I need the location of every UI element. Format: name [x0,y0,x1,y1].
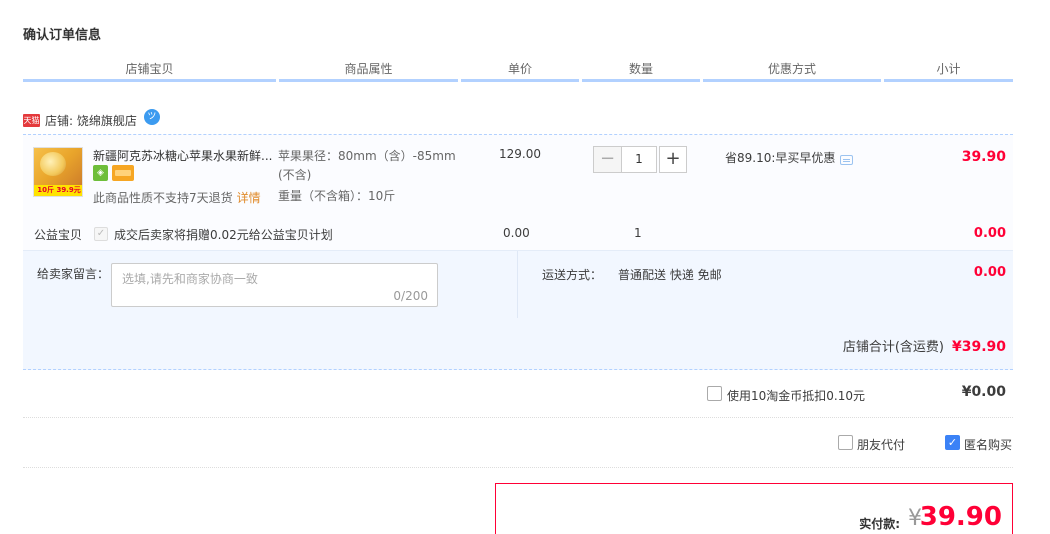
quantity-stepper: − 1 + [593,146,687,173]
friend-pay-checkbox[interactable] [838,435,853,450]
return-detail-link[interactable]: 详情 [237,191,261,205]
attr-weight: 重量（不含箱）：10斤 [278,189,396,203]
coin-row: 使用10淘金币抵扣0.10元 ¥0.00 [23,370,1013,418]
payment-label: 实付款: [859,517,900,531]
shop-row: 天猫 店铺: 饶绵旗舰店 ツ [23,109,160,130]
coin-amount: ¥0.00 [961,384,1006,400]
discount-text: 省89.10:早买早优惠 [725,151,836,165]
options-row: 朋友代付 ✓ 匿名购买 [23,418,1013,468]
section-title: 确认订单信息 [23,28,102,43]
charity-price: 0.00 [503,226,530,240]
shipping-method[interactable]: 普通配送 快递 免邮 [618,266,722,283]
shipping-label: 运送方式： [542,268,603,282]
message-shipping-panel: 给卖家留言： 选填,请先和商家协商一致 0/200 运送方式： 普通配送 快递 … [23,250,1013,319]
message-label: 给卖家留言： [37,267,110,281]
header-quantity: 数量 [582,60,700,82]
header-attributes: 商品属性 [279,60,458,82]
shop-name[interactable]: 店铺: 饶绵旗舰店 [45,112,137,129]
service-icons: ◈ [93,165,134,181]
charity-text: 成交后卖家将捐赠0.02元给公益宝贝计划 [114,228,333,242]
header-subtotal: 小计 [884,60,1013,82]
charity-qty: 1 [634,226,642,240]
discount-info: 省89.10:早买早优惠 [725,149,854,166]
friend-pay-label[interactable]: 朋友代付 [857,436,905,453]
card-payment-icon[interactable] [112,165,134,181]
payment-summary: 实付款: ¥ 39.90 [495,483,1013,534]
charity-checkbox: ✓ [94,227,108,241]
coin-text[interactable]: 使用10淘金币抵扣0.10元 [727,387,865,404]
unit-price: 129.00 [499,147,541,161]
seller-message-input[interactable]: 选填,请先和商家协商一致 0/200 [111,263,438,307]
wangwang-chat-icon[interactable]: ツ [143,109,160,125]
message-char-count: 0/200 [393,289,428,303]
attr-diameter: 苹果果径：80mm（含）-85mm [278,149,456,163]
store-total-panel: 店铺合计(含运费) ¥39.90 [23,318,1013,370]
store-total-label: 店铺合计(含运费) [842,340,944,355]
panel-divider [517,251,518,319]
shipping-fee: 0.00 [973,265,1006,280]
store-total-amount: ¥39.90 [951,339,1006,355]
return-policy-note: 此商品性质不支持7天退货 详情 [93,189,261,206]
anonymous-label[interactable]: 匿名购买 [964,436,1012,453]
table-header: 店铺宝贝 商品属性 单价 数量 优惠方式 小计 [23,60,1013,82]
product-thumbnail[interactable]: 10斤 39.9元 [33,147,83,197]
attr-diameter-cont: (不含) [278,168,312,182]
header-shop-item: 店铺宝贝 [23,60,276,82]
payment-amount: 39.90 [919,502,1002,532]
tmall-icon: 天猫 [23,113,40,127]
quantity-decrease-button[interactable]: − [593,146,621,173]
order-item: 10斤 39.9元 新疆阿克苏冰糖心苹果水果新鲜... ◈ 此商品性质不支持7天… [23,134,1013,250]
quantity-input[interactable]: 1 [621,146,657,173]
charity-subtotal: 0.00 [973,226,1006,241]
quantity-increase-button[interactable]: + [659,146,687,173]
return-policy-text: 此商品性质不支持7天退货 [93,191,233,205]
store-total: 店铺合计(含运费) ¥39.90 [843,336,1006,355]
item-subtotal: 39.90 [961,149,1006,165]
message-placeholder: 选填,请先和商家协商一致 [122,272,258,286]
apple-image-icon [40,152,66,176]
header-discount: 优惠方式 [703,60,881,82]
coin-checkbox[interactable] [707,386,722,401]
comment-icon[interactable] [840,154,854,165]
anonymous-checkbox[interactable]: ✓ [945,435,960,450]
charity-label: 公益宝贝 [34,228,83,242]
product-title[interactable]: 新疆阿克苏冰糖心苹果水果新鲜... [93,147,273,164]
guarantee-icon[interactable]: ◈ [93,165,108,181]
thumbnail-price-tag: 10斤 39.9元 [34,185,82,196]
header-unit-price: 单价 [461,60,579,82]
